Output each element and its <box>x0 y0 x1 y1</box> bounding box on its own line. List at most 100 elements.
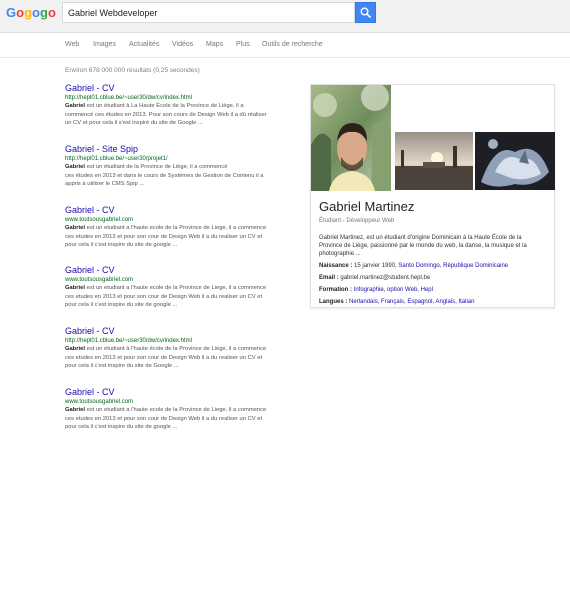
snippet-line: pour cela il c'est inspire du site de go… <box>65 302 178 308</box>
language-link[interactable]: Nerlandais, <box>349 299 379 305</box>
snippet-line: est un etudiant a l'haute ecole de la Pr… <box>84 285 267 291</box>
snippet-line: pour cela il c'est inspire du site de Go… <box>65 363 179 369</box>
gallery-photo[interactable] <box>395 132 473 190</box>
snippet-line: pour cela il c'est inspire du site de go… <box>65 242 178 248</box>
snippet-bold-term: Gabriel <box>65 285 85 291</box>
language-link[interactable]: Français, <box>381 299 406 305</box>
snippet-bold-term: Gabriel <box>65 103 85 109</box>
result-snippet: Gabriel est un étudiant à La Haute École… <box>65 102 300 128</box>
search-button[interactable] <box>355 2 376 23</box>
result-url: www.toutsousgabriel.com <box>65 277 134 283</box>
gallery-image <box>475 132 555 190</box>
logo-letter: o <box>16 5 25 20</box>
result-title-link[interactable]: Gabriel - CV <box>65 387 300 397</box>
fact-email: Email : gabriel.martinez@student.hepl.be <box>319 275 430 281</box>
snippet-bold-term: Gabriel <box>65 164 85 170</box>
birth-city-link[interactable]: Santo Domingo, <box>398 263 441 269</box>
result-title-link[interactable]: Gabriel - CV <box>65 205 300 215</box>
search-icon <box>360 7 371 18</box>
snippet-line: est un étudiant de la Province de Liège,… <box>84 164 228 170</box>
tab-maps[interactable]: Maps <box>206 41 223 48</box>
result-url: http://hepl01.cblue.be/~user30/dw/cv/ind… <box>65 95 192 101</box>
site-logo[interactable]: Gogogo <box>6 5 56 20</box>
email-value: gabriel.martinez@student.hepl.be <box>340 275 431 281</box>
search-result: Gabriel - CV www.toutsousgabriel.com Gab… <box>65 387 300 432</box>
tab-images[interactable]: Images <box>93 41 116 48</box>
result-url: www.toutsousgabriel.com <box>65 217 134 223</box>
snippet-line: est un etudiant a l'haute ecole de la Pr… <box>84 225 267 231</box>
snippet-line: est un étudiant à La Haute École de la P… <box>84 103 244 109</box>
description-line: Province de Liège, passionné par le mond… <box>319 243 527 249</box>
snippet-line: commencé ces études en 2013. Pour son co… <box>65 111 267 118</box>
language-link[interactable]: Anglais, <box>435 299 456 305</box>
tab-search-tools[interactable]: Outils de recherche <box>262 41 323 48</box>
snippet-line: un CV et pour cela il s'est inspiré du s… <box>65 120 203 126</box>
description-line: photographie ... <box>319 251 361 257</box>
search-tabs: Web Images Actualités Vidéos Maps Plus O… <box>0 33 570 58</box>
result-title-link[interactable]: Gabriel - CV <box>65 265 300 275</box>
description-line: Gabriel Martinez, est un étudiant d'orig… <box>319 235 522 241</box>
language-link[interactable]: Italian <box>458 299 474 305</box>
fact-formation: Formation : Infographie, option Web, Hep… <box>319 287 433 293</box>
result-url: www.toutsousgabriel.com <box>65 399 134 405</box>
result-title-link[interactable]: Gabriel - Site Spip <box>65 144 300 154</box>
snippet-line: ces etudes en 2013 et pour son cour de D… <box>65 354 263 361</box>
logo-letter: G <box>6 5 17 20</box>
tab-web[interactable]: Web <box>65 41 79 48</box>
formation-link[interactable]: option Web, <box>387 287 419 293</box>
snippet-line: pour cela il c'est inspire du site de go… <box>65 424 178 430</box>
result-snippet: Gabriel est un etudiant a l'haute ecole … <box>65 284 300 310</box>
result-title-link[interactable]: Gabriel - CV <box>65 326 300 336</box>
result-snippet: Gabriel est un etudiant a l'haute ecole … <box>65 406 300 432</box>
result-snippet: Gabriel est un étudiant à l'haute école … <box>65 345 300 371</box>
gallery-image <box>395 132 473 190</box>
result-snippet: Gabriel est un étudiant de la Province d… <box>65 163 300 189</box>
fact-label: Email : <box>319 275 339 281</box>
tab-plus[interactable]: Plus <box>236 41 250 48</box>
snippet-line: ces etudes en 2013 et pour son cour de D… <box>65 415 263 422</box>
search-result: Gabriel - Site Spip http://hepl01.cblue.… <box>65 144 300 189</box>
tab-actualites[interactable]: Actualités <box>129 41 159 48</box>
fact-label: Formation : <box>319 287 352 293</box>
snippet-line: appris à utiliser le CMS Spip ... <box>65 181 145 187</box>
portrait-image <box>311 83 391 191</box>
snippet-line: est un étudiant à l'haute école de la Pr… <box>84 346 267 352</box>
result-title-link[interactable]: Gabriel - CV <box>65 83 300 93</box>
snippet-bold-term: Gabriel <box>65 346 85 352</box>
tab-videos[interactable]: Vidéos <box>172 41 193 48</box>
knowledge-panel: Gabriel Martinez Étudiant - Développeur … <box>310 83 555 308</box>
language-link[interactable]: Espagnol, <box>407 299 434 305</box>
result-snippet: Gabriel est un etudiant a l'haute ecole … <box>65 224 300 250</box>
panel-description: Gabriel Martinez, est un étudiant d'orig… <box>319 234 549 258</box>
panel-subtitle: Étudiant - Développeur Web <box>319 218 395 224</box>
snippet-bold-term: Gabriel <box>65 225 85 231</box>
formation-link[interactable]: Infographie, <box>354 287 386 293</box>
snippet-line: ces etudes en 2013 et pour son cour de D… <box>65 233 263 240</box>
result-url: http://hepl01.cblue.be/~user30/projet1/ <box>65 156 168 162</box>
panel-title: Gabriel Martinez <box>319 199 415 214</box>
gallery-photo[interactable] <box>475 132 555 190</box>
birth-date: 15 janvier 1990, <box>354 263 397 269</box>
fact-languages: Langues : Nerlandais, Français, Espagnol… <box>319 299 474 305</box>
search-box[interactable] <box>62 2 355 23</box>
birth-country-link[interactable]: République Dominicaine <box>443 263 508 269</box>
fact-label: Naissance : <box>319 263 353 269</box>
search-result: Gabriel - CV http://hepl01.cblue.be/~use… <box>65 326 300 371</box>
search-result: Gabriel - CV www.toutsousgabriel.com Gab… <box>65 205 300 250</box>
search-result: Gabriel - CV www.toutsousgabriel.com Gab… <box>65 265 300 310</box>
logo-letter: g <box>24 5 33 20</box>
search-result: Gabriel - CV http://hepl01.cblue.be/~use… <box>65 83 300 128</box>
profile-photo[interactable] <box>311 83 391 191</box>
formation-link[interactable]: Hepl <box>421 287 433 293</box>
logo-letter: o <box>47 5 56 20</box>
top-bar: Gogogo <box>0 0 570 33</box>
fact-birth: Naissance : 15 janvier 1990, Santo Domin… <box>319 263 508 269</box>
logo-letter: o <box>32 5 40 20</box>
snippet-line: ces études en 2013 et dans le cours de S… <box>65 172 264 179</box>
result-url: http://hepl01.cblue.be/~user30/dw/cv/ind… <box>65 338 192 344</box>
result-stats: Environ 678 000 000 résultats (0,25 seco… <box>65 67 200 74</box>
fact-label: Langues : <box>319 299 348 305</box>
search-input[interactable] <box>63 3 353 23</box>
snippet-bold-term: Gabriel <box>65 407 85 413</box>
snippet-line: ces etudes en 2013 et pour son cour de D… <box>65 293 263 300</box>
